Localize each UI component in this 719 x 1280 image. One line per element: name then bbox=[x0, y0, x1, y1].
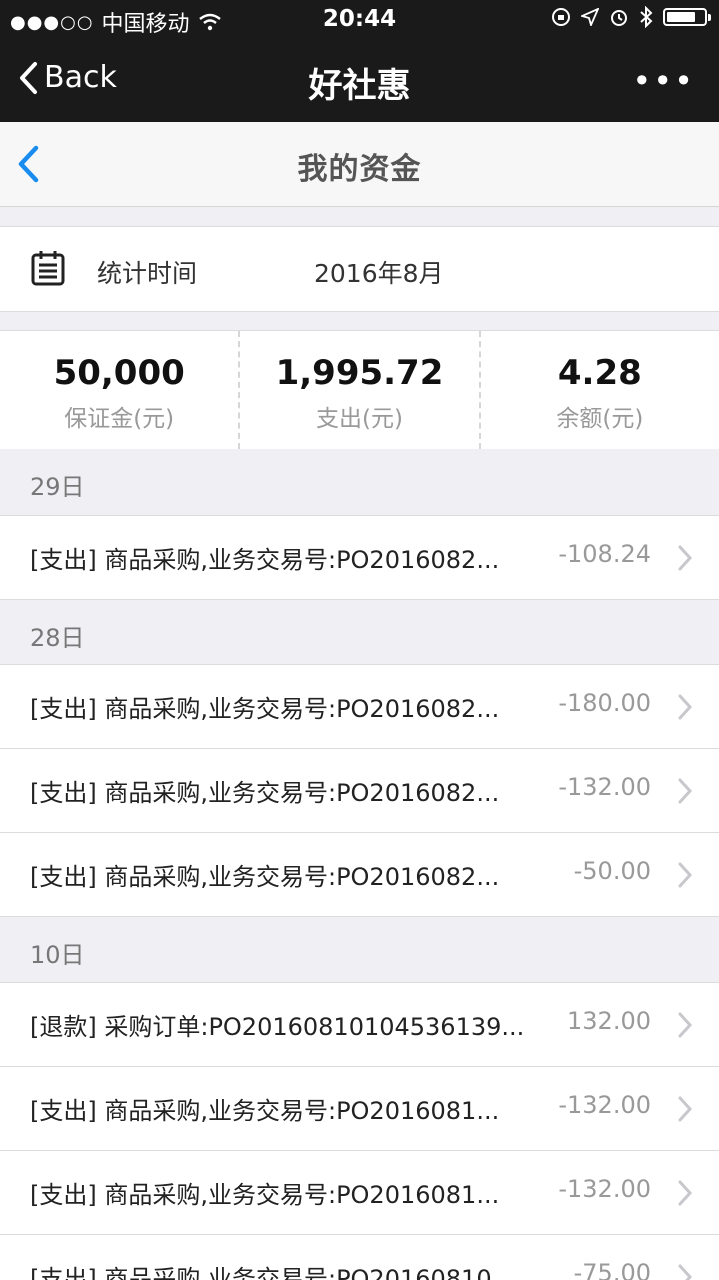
deposit-amount: 50,000 bbox=[53, 353, 185, 393]
balance-caption: 余额(元) bbox=[556, 406, 644, 432]
date-section-header: 29日 bbox=[0, 449, 719, 515]
rotation-lock-icon bbox=[552, 8, 570, 26]
date-section-header: 10日 bbox=[0, 916, 719, 983]
transaction-amount: 132.00 bbox=[567, 1007, 651, 1035]
chevron-right-icon bbox=[678, 1264, 693, 1280]
app-title: 好社惠 bbox=[308, 66, 411, 106]
transaction-row[interactable]: [退款] 采购订单:PO20160810104536139... 132.00 bbox=[0, 982, 719, 1066]
transaction-row[interactable]: [支出] 商品采购,业务交易号:PO2016081... -132.00 bbox=[0, 1150, 719, 1234]
transaction-row[interactable]: [支出] 商品采购,业务交易号:PO2016082... -180.00 bbox=[0, 664, 719, 748]
chevron-right-icon bbox=[678, 1096, 693, 1122]
alarm-icon bbox=[611, 10, 627, 26]
transaction-amount: -132.00 bbox=[558, 1175, 651, 1203]
expense-amount: 1,995.72 bbox=[275, 353, 444, 393]
transaction-desc: [支出] 商品采购,业务交易号:PO2016082... bbox=[30, 695, 500, 723]
section-date: 10日 bbox=[30, 941, 85, 969]
transaction-amount: -108.24 bbox=[558, 540, 651, 568]
page-header: 我的资金 bbox=[0, 122, 719, 207]
transaction-row[interactable]: [支出] 商品采购,业务交易号:PO20160810... -75.00 bbox=[0, 1234, 719, 1280]
bluetooth-icon bbox=[640, 6, 653, 28]
stat-period-label: 统计时间 bbox=[97, 259, 198, 288]
chevron-right-icon bbox=[678, 778, 693, 804]
chevron-right-icon bbox=[678, 1180, 693, 1206]
deposit-summary: 50,000 保证金(元) bbox=[0, 331, 238, 449]
battery-icon bbox=[663, 8, 711, 26]
transaction-desc: [支出] 商品采购,业务交易号:PO2016082... bbox=[30, 546, 500, 574]
location-icon bbox=[581, 8, 599, 26]
status-bar: ●●●○○ 中国移动 20:44 bbox=[0, 0, 719, 40]
stat-period-value: 2016年8月 bbox=[314, 259, 444, 288]
chevron-right-icon bbox=[678, 545, 693, 571]
transaction-desc: [支出] 商品采购,业务交易号:PO2016081... bbox=[30, 1097, 500, 1125]
transaction-amount: -132.00 bbox=[558, 773, 651, 801]
transaction-amount: -180.00 bbox=[558, 689, 651, 717]
balance-amount: 4.28 bbox=[557, 353, 642, 393]
transaction-desc: [支出] 商品采购,业务交易号:PO20160810... bbox=[30, 1265, 515, 1280]
stat-period-row[interactable]: 统计时间 2016年8月 bbox=[0, 226, 719, 312]
expense-summary: 1,995.72 支出(元) bbox=[238, 331, 478, 449]
transaction-desc: [退款] 采购订单:PO20160810104536139... bbox=[30, 1013, 525, 1041]
transaction-row[interactable]: [支出] 商品采购,业务交易号:PO2016082... -132.00 bbox=[0, 748, 719, 832]
transaction-amount: -75.00 bbox=[573, 1259, 651, 1280]
transaction-row[interactable]: [支出] 商品采购,业务交易号:PO2016082... -50.00 bbox=[0, 832, 719, 916]
expense-caption: 支出(元) bbox=[316, 406, 403, 432]
transaction-amount: -132.00 bbox=[558, 1091, 651, 1119]
transaction-row[interactable]: [支出] 商品采购,业务交易号:PO2016082... -108.24 bbox=[0, 515, 719, 599]
transaction-desc: [支出] 商品采购,业务交易号:PO2016081... bbox=[30, 1181, 500, 1209]
balance-summary: 4.28 余额(元) bbox=[478, 331, 719, 449]
nav-bar: Back 好社惠 ••• bbox=[0, 40, 719, 122]
section-date: 29日 bbox=[30, 473, 85, 501]
section-date: 28日 bbox=[30, 624, 85, 652]
transaction-amount: -50.00 bbox=[573, 857, 651, 885]
funds-summary: 50,000 保证金(元) 1,995.72 支出(元) 4.28 余额(元) bbox=[0, 330, 719, 450]
chevron-right-icon bbox=[678, 694, 693, 720]
page-title: 我的资金 bbox=[297, 152, 422, 187]
transaction-desc: [支出] 商品采购,业务交易号:PO2016082... bbox=[30, 863, 500, 891]
deposit-caption: 保证金(元) bbox=[64, 406, 175, 432]
transaction-row[interactable]: [支出] 商品采购,业务交易号:PO2016081... -132.00 bbox=[0, 1066, 719, 1150]
transaction-desc: [支出] 商品采购,业务交易号:PO2016082... bbox=[30, 779, 500, 807]
calendar-icon bbox=[30, 249, 66, 291]
chevron-right-icon bbox=[678, 862, 693, 888]
chevron-right-icon bbox=[678, 1012, 693, 1038]
more-options-button[interactable]: ••• bbox=[632, 62, 695, 100]
date-section-header: 28日 bbox=[0, 599, 719, 666]
